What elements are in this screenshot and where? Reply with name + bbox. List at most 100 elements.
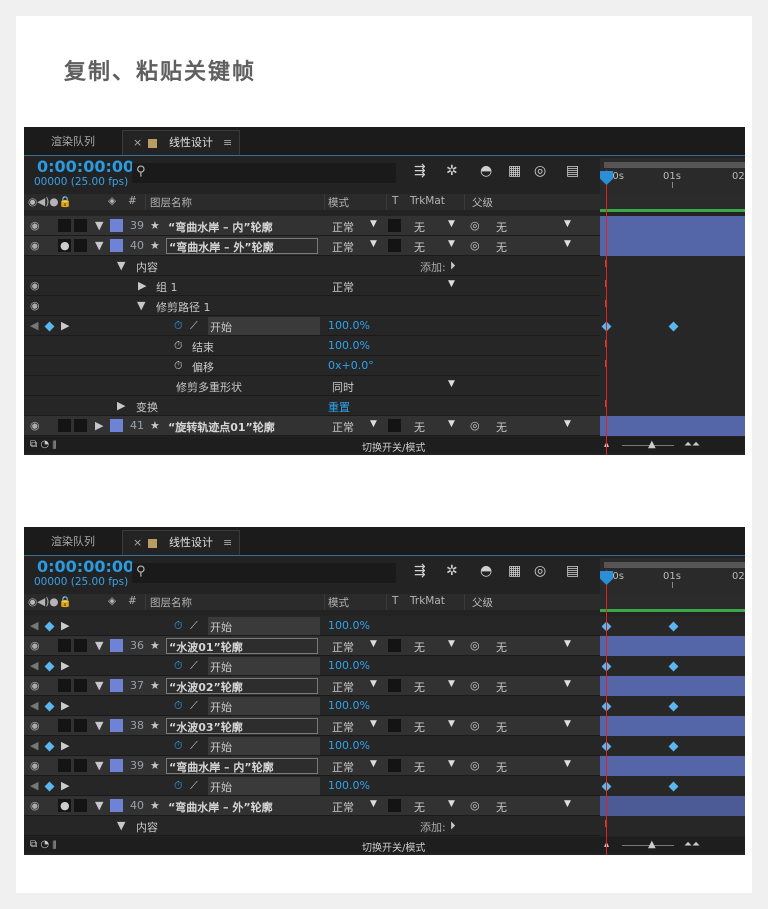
add-menu-icon[interactable]: ⏵ <box>450 819 456 833</box>
chart-icon[interactable]: ▤ <box>566 163 579 179</box>
layer-switches-icon[interactable]: ⧉ ◔ ⦀ <box>30 439 56 450</box>
label-color[interactable] <box>110 759 123 772</box>
graph-editor-icon[interactable]: ◎ <box>534 563 546 579</box>
prev-keyframe-icon[interactable]: ◀ <box>30 659 38 672</box>
solo-switch[interactable] <box>58 219 71 232</box>
visibility-eye-icon[interactable]: ◉ <box>30 679 40 692</box>
next-keyframe-icon[interactable]: ▶ <box>61 659 69 672</box>
layer-duration-bar[interactable] <box>600 796 745 816</box>
keyframe-toggle-icon[interactable] <box>44 781 55 792</box>
layer-duration-bar[interactable] <box>600 216 745 236</box>
lock-switch[interactable] <box>74 419 87 432</box>
property-row[interactable]: ◀ ▶ ⏱ ⟋ 开始 100.0% <box>24 736 745 756</box>
graph-icon[interactable]: ⟋ <box>190 699 198 713</box>
next-keyframe-icon[interactable]: ▶ <box>61 319 69 332</box>
trkmat-select[interactable]: 无 <box>414 799 425 815</box>
parent-select[interactable]: 无 <box>496 639 507 655</box>
toggle-switches-modes[interactable]: 切换开关/模式 <box>362 439 425 454</box>
keyframe-marker[interactable] <box>668 781 679 792</box>
zoom-handle-icon[interactable]: ▲ <box>648 439 656 450</box>
label-color[interactable] <box>110 219 123 232</box>
lock-switch[interactable] <box>74 219 87 232</box>
layer-duration-bar[interactable] <box>600 416 745 436</box>
layer-name[interactable]: “水波03”轮廓 <box>166 718 318 734</box>
keyframe-toggle-icon[interactable] <box>44 321 55 332</box>
preserve-transparency[interactable] <box>388 219 401 232</box>
layer-row[interactable]: ◉ ▼ 37 ★ “水波02”轮廓 正常 ▼ 无 ▼ ◎ 无 ▼ <box>24 676 745 696</box>
preserve-transparency[interactable] <box>388 799 401 812</box>
preserve-transparency[interactable] <box>388 639 401 652</box>
layer-row[interactable]: ◉ ▼ 39 ★ “弯曲水岸 – 内”轮廓 正常 ▼ 无 ▼ ◎ 无 ▼ <box>24 216 745 236</box>
trkmat-select[interactable]: 无 <box>414 639 425 655</box>
stopwatch-icon[interactable]: ⏱ <box>174 779 183 793</box>
layer-name[interactable]: “弯曲水岸 – 外”轮廓 <box>166 238 318 254</box>
playhead-line[interactable] <box>606 570 607 855</box>
stopwatch-icon[interactable]: ⏱ <box>174 319 183 333</box>
tab-render-queue[interactable]: 渲染队列 <box>24 530 122 555</box>
work-area-bar[interactable] <box>604 162 745 168</box>
layer-row[interactable]: ◉ ▶ 41 ★ “旋转轨迹点01”轮廓 正常 ▼ 无 ▼ ◎ 无 ▼ <box>24 416 745 436</box>
preserve-transparency[interactable] <box>388 419 401 432</box>
layer-duration-bar[interactable] <box>600 716 745 736</box>
parent-select[interactable]: 无 <box>496 419 507 435</box>
search-input[interactable]: ⚲ <box>132 563 396 583</box>
property-group-row[interactable]: ▼ 内容 添加: ⏵ I <box>24 816 745 836</box>
col-layer-name[interactable]: 图层名称 <box>150 195 192 210</box>
property-group-row[interactable]: ▼ 内容 添加: ⏵ I <box>24 256 745 276</box>
twirl-down-icon[interactable]: ▼ <box>95 719 103 732</box>
stopwatch-icon[interactable]: ⏱ <box>174 739 183 753</box>
lock-switch[interactable] <box>74 239 87 252</box>
visibility-eye-icon[interactable]: ◉ <box>30 299 40 312</box>
chart-icon[interactable]: ▤ <box>566 563 579 579</box>
keyframe-toggle-icon[interactable] <box>44 621 55 632</box>
layer-row[interactable]: ◉ ▼ 39 ★ “弯曲水岸 – 内”轮廓 正常 ▼ 无 ▼ ◎ 无 ▼ <box>24 756 745 776</box>
property-row[interactable]: ⏱ 结束 100.0% I <box>24 336 745 356</box>
pick-whip-icon[interactable]: ◎ <box>470 419 480 432</box>
property-row[interactable]: ⏱ 偏移 0x+0.0° I <box>24 356 745 376</box>
stopwatch-icon[interactable]: ⏱ <box>174 659 183 673</box>
solo-switch[interactable] <box>58 419 71 432</box>
draft-3d-icon[interactable]: ⇶ <box>414 563 426 579</box>
property-row[interactable]: ◀ ▶ ⏱ ⟋ 开始 100.0% <box>24 696 745 716</box>
property-group-row[interactable]: ◉ ▶ 组 1 正常 ▼ I <box>24 276 745 296</box>
pick-whip-icon[interactable]: ◎ <box>470 639 480 652</box>
trkmat-select[interactable]: 无 <box>414 239 425 255</box>
layer-duration-bar[interactable] <box>600 236 745 256</box>
parent-select[interactable]: 无 <box>496 219 507 235</box>
work-area-bar[interactable] <box>604 562 745 568</box>
close-icon[interactable]: × <box>133 131 142 155</box>
stopwatch-icon[interactable]: ⏱ <box>174 699 183 713</box>
label-color[interactable] <box>110 239 123 252</box>
property-row[interactable]: ◀ ▶ ⏱ ⟋ 开始 100.0% <box>24 616 745 636</box>
pick-whip-icon[interactable]: ◎ <box>470 219 480 232</box>
visibility-eye-icon[interactable]: ◉ <box>30 639 40 652</box>
preserve-transparency[interactable] <box>388 679 401 692</box>
mode-select[interactable]: 正常 <box>332 759 354 775</box>
layer-row[interactable]: ◉ ▼ 36 ★ “水波01”轮廓 正常 ▼ 无 ▼ ◎ 无 ▼ <box>24 636 745 656</box>
keyframe-marker[interactable] <box>668 701 679 712</box>
parent-select[interactable]: 无 <box>496 239 507 255</box>
property-value[interactable]: 100.0% <box>328 619 370 632</box>
layer-name[interactable]: “弯曲水岸 – 外”轮廓 <box>168 799 273 815</box>
graph-icon[interactable]: ⟋ <box>190 779 198 793</box>
tab-composition[interactable]: × 线性设计 ≡ <box>122 530 240 555</box>
search-input[interactable]: ⚲ <box>132 163 396 183</box>
layer-name[interactable]: “旋转轨迹点01”轮廓 <box>168 419 275 435</box>
solo-switch[interactable] <box>58 719 71 732</box>
mode-select[interactable]: 正常 <box>332 279 354 295</box>
lock-switch[interactable] <box>74 719 87 732</box>
pick-whip-icon[interactable]: ◎ <box>470 799 480 812</box>
layer-name[interactable]: “水波02”轮廓 <box>166 678 318 694</box>
zoom-in-icon[interactable]: ⏶⏶ <box>684 439 700 450</box>
trkmat-select[interactable]: 无 <box>414 719 425 735</box>
close-icon[interactable]: × <box>133 531 142 555</box>
keyframe-marker[interactable] <box>668 661 679 672</box>
stopwatch-icon[interactable]: ⏱ <box>174 339 183 353</box>
twirl-down-icon[interactable]: ▼ <box>95 679 103 692</box>
layer-row[interactable]: ◉ ● ▼ 40 ★ “弯曲水岸 – 外”轮廓 正常 ▼ 无 ▼ ◎ 无 ▼ <box>24 796 745 816</box>
twirl-down-icon[interactable]: ▼ <box>95 219 103 232</box>
graph-editor-icon[interactable]: ◎ <box>534 163 546 179</box>
tab-composition[interactable]: × 线性设计 ≡ <box>122 130 240 155</box>
pick-whip-icon[interactable]: ◎ <box>470 239 480 252</box>
lock-switch[interactable] <box>74 759 87 772</box>
